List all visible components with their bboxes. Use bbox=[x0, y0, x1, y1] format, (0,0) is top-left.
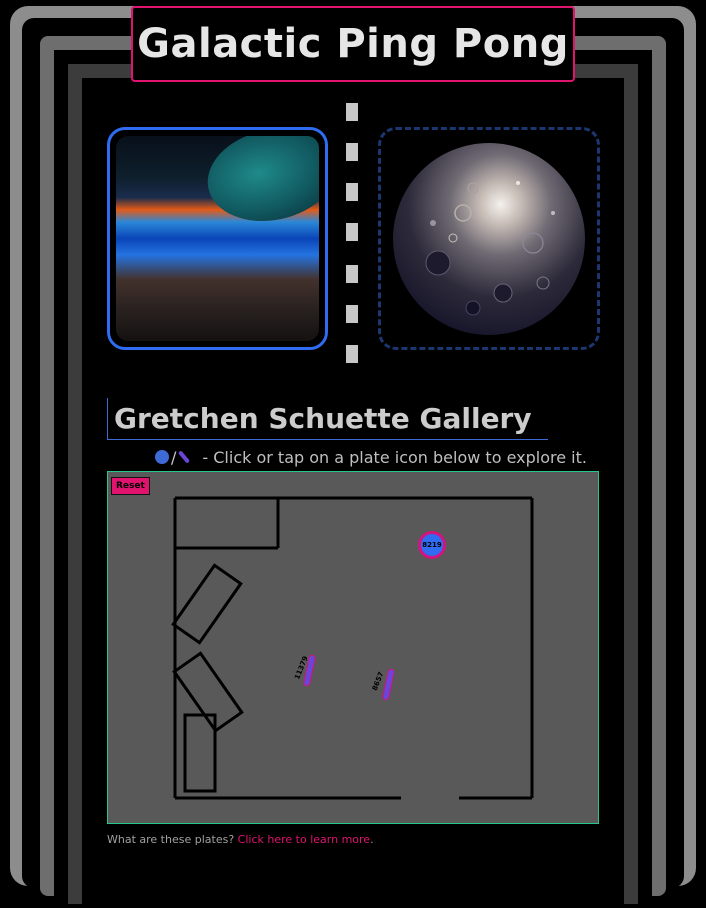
cosmic-orb-image bbox=[393, 143, 585, 335]
instruction-text: - Click or tap on a plate icon below to … bbox=[202, 447, 587, 467]
plate-oval-icon bbox=[178, 450, 191, 464]
cosmic-landscape-image bbox=[116, 136, 319, 341]
gallery-heading-text: Gretchen Schuette Gallery bbox=[114, 402, 532, 435]
divider-dash bbox=[346, 265, 358, 283]
page-title: Galactic Ping Pong bbox=[137, 21, 569, 67]
instruction-line: / - Click or tap on a plate icon below t… bbox=[155, 445, 587, 469]
plate-marker-8219[interactable]: 8219 bbox=[418, 531, 446, 559]
footer-period: . bbox=[370, 833, 374, 846]
divider-dash bbox=[346, 183, 358, 201]
divider-dash bbox=[346, 223, 358, 241]
footer-note: What are these plates? Click here to lea… bbox=[107, 833, 374, 846]
plate-circle-icon bbox=[155, 450, 169, 464]
divider-dash bbox=[346, 143, 358, 161]
teal-oval-shape bbox=[199, 136, 319, 233]
gallery-heading: Gretchen Schuette Gallery bbox=[107, 398, 548, 440]
gallery-image-right[interactable] bbox=[378, 127, 600, 350]
gallery-image-left[interactable] bbox=[107, 127, 328, 350]
gallery-floor-map[interactable]: Reset 8219 11379 8657 bbox=[107, 471, 599, 824]
display-case bbox=[171, 563, 243, 645]
bubble-texture bbox=[425, 181, 555, 316]
floor-plan bbox=[171, 496, 534, 800]
divider-dash bbox=[346, 305, 358, 323]
footer-question: What are these plates? bbox=[107, 833, 238, 846]
title-banner: Galactic Ping Pong bbox=[131, 6, 575, 82]
display-case bbox=[183, 713, 217, 793]
reset-button[interactable]: Reset bbox=[111, 477, 150, 495]
slash-icon: / bbox=[171, 447, 177, 467]
divider-dash bbox=[346, 345, 358, 363]
plate-id-label: 8219 bbox=[422, 541, 442, 549]
learn-more-link[interactable]: Click here to learn more bbox=[238, 833, 370, 846]
divider-dash bbox=[346, 103, 358, 121]
